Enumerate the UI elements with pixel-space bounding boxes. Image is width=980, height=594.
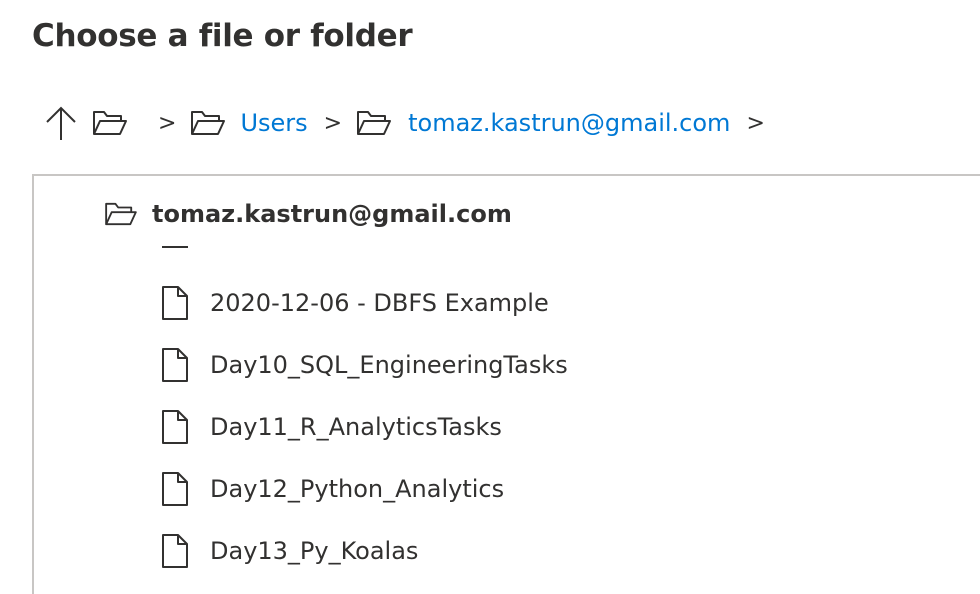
breadcrumb: > Users > tomaz.kastrun@gmail.com >	[44, 102, 779, 144]
file-label: Day13_Py_Koalas	[210, 537, 419, 565]
breadcrumb-separator: >	[323, 110, 343, 136]
tree-root-folder[interactable]: tomaz.kastrun@gmail.com	[104, 200, 512, 228]
folder-open-icon	[105, 202, 137, 226]
tree-root-underline	[162, 246, 188, 248]
list-item[interactable]: 2020-12-06 - DBFS Example	[160, 272, 568, 334]
file-icon	[162, 534, 188, 568]
file-label: Day10_SQL_EngineeringTasks	[210, 351, 568, 379]
folder-open-icon	[93, 111, 127, 135]
file-label: 2020-12-06 - DBFS Example	[210, 289, 549, 317]
list-item[interactable]: Day11_R_AnalyticsTasks	[160, 396, 568, 458]
list-item[interactable]: Day12_Python_Analytics	[160, 458, 568, 520]
tree-root-label: tomaz.kastrun@gmail.com	[152, 200, 512, 228]
users-folder-icon-button[interactable]	[190, 109, 226, 137]
breadcrumb-separator: >	[158, 110, 177, 136]
file-tree-panel[interactable]: tomaz.kastrun@gmail.com 2020-12-06 - DBF…	[32, 174, 980, 594]
file-icon	[162, 348, 188, 382]
navigate-up-button[interactable]	[44, 104, 78, 142]
file-icon	[162, 286, 188, 320]
breadcrumb-link-users[interactable]: Users	[240, 109, 307, 137]
folder-open-icon	[191, 111, 226, 135]
file-icon	[162, 410, 188, 444]
file-label: Day12_Python_Analytics	[210, 475, 505, 503]
list-item[interactable]: Day10_SQL_EngineeringTasks	[160, 334, 568, 396]
file-icon	[162, 472, 188, 506]
breadcrumb-separator: >	[746, 110, 765, 136]
up-arrow-icon	[46, 106, 76, 140]
dialog-title: Choose a file or folder	[32, 18, 413, 54]
breadcrumb-link-user[interactable]: tomaz.kastrun@gmail.com	[408, 109, 730, 137]
user-folder-icon-button[interactable]	[356, 109, 392, 137]
folder-open-icon	[357, 111, 392, 135]
root-folder-button[interactable]	[92, 109, 128, 137]
list-item[interactable]: Day13_Py_Koalas	[160, 520, 568, 582]
file-list: 2020-12-06 - DBFS Example Day10_SQL_Engi…	[160, 272, 568, 582]
file-label: Day11_R_AnalyticsTasks	[210, 413, 502, 441]
